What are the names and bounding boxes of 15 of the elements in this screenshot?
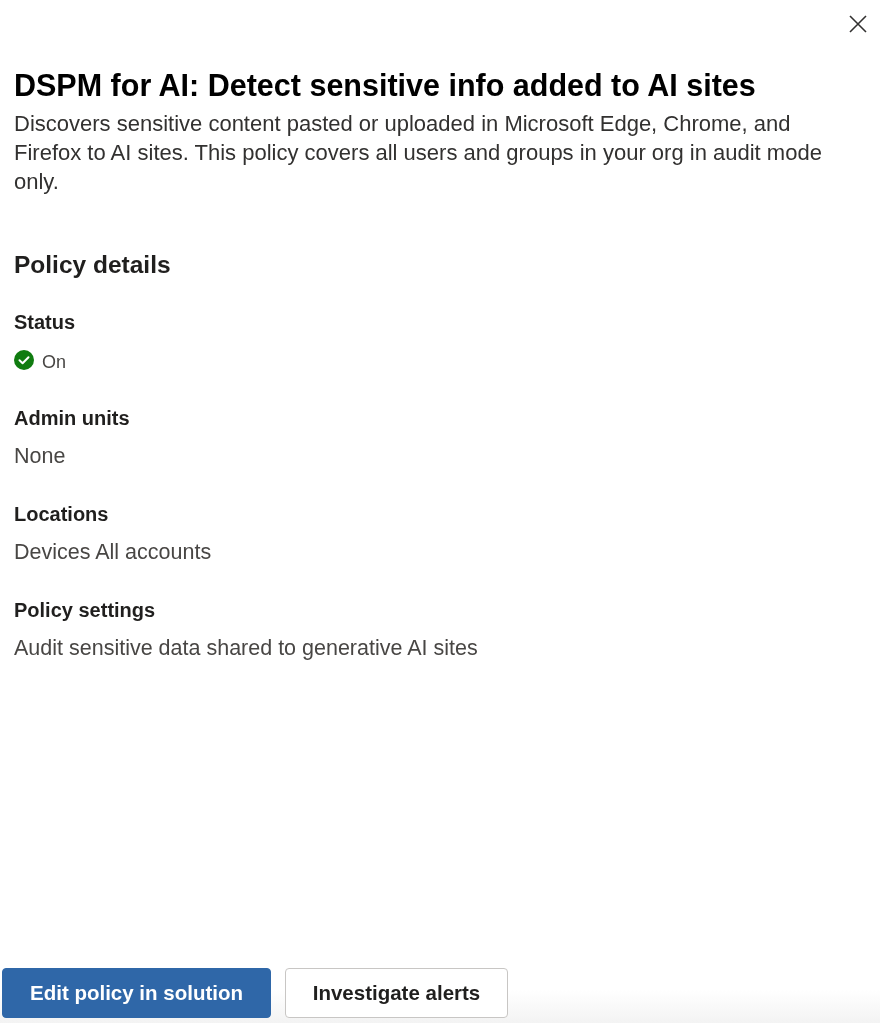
detail-value: None [14, 443, 66, 469]
detail-value: Devices All accounts [14, 539, 212, 565]
edit-policy-button[interactable]: Edit policy in solution [2, 968, 271, 1018]
detail-label: Admin units [14, 406, 130, 431]
close-icon [849, 15, 867, 33]
panel-description: Discovers sensitive content pasted or uploaded in Microsoft Edge, Chrome, and Firefox to AI sites. This policy covers all users and groups in your org in audit mode only. [14, 110, 823, 196]
detail-value: Audit sensitive data shared to generative AI sites [14, 635, 478, 661]
detail-label: Status [14, 310, 76, 335]
section-heading: Policy details [14, 250, 171, 280]
status-value: On [42, 351, 66, 373]
panel-title: DSPM for AI: Detect sensitive info added to AI sites [14, 67, 756, 103]
investigate-alerts-button[interactable]: Investigate alerts [285, 968, 508, 1018]
close-button[interactable] [847, 13, 869, 35]
detail-label: Policy settings [14, 598, 156, 623]
detail-label: Locations [14, 502, 109, 527]
